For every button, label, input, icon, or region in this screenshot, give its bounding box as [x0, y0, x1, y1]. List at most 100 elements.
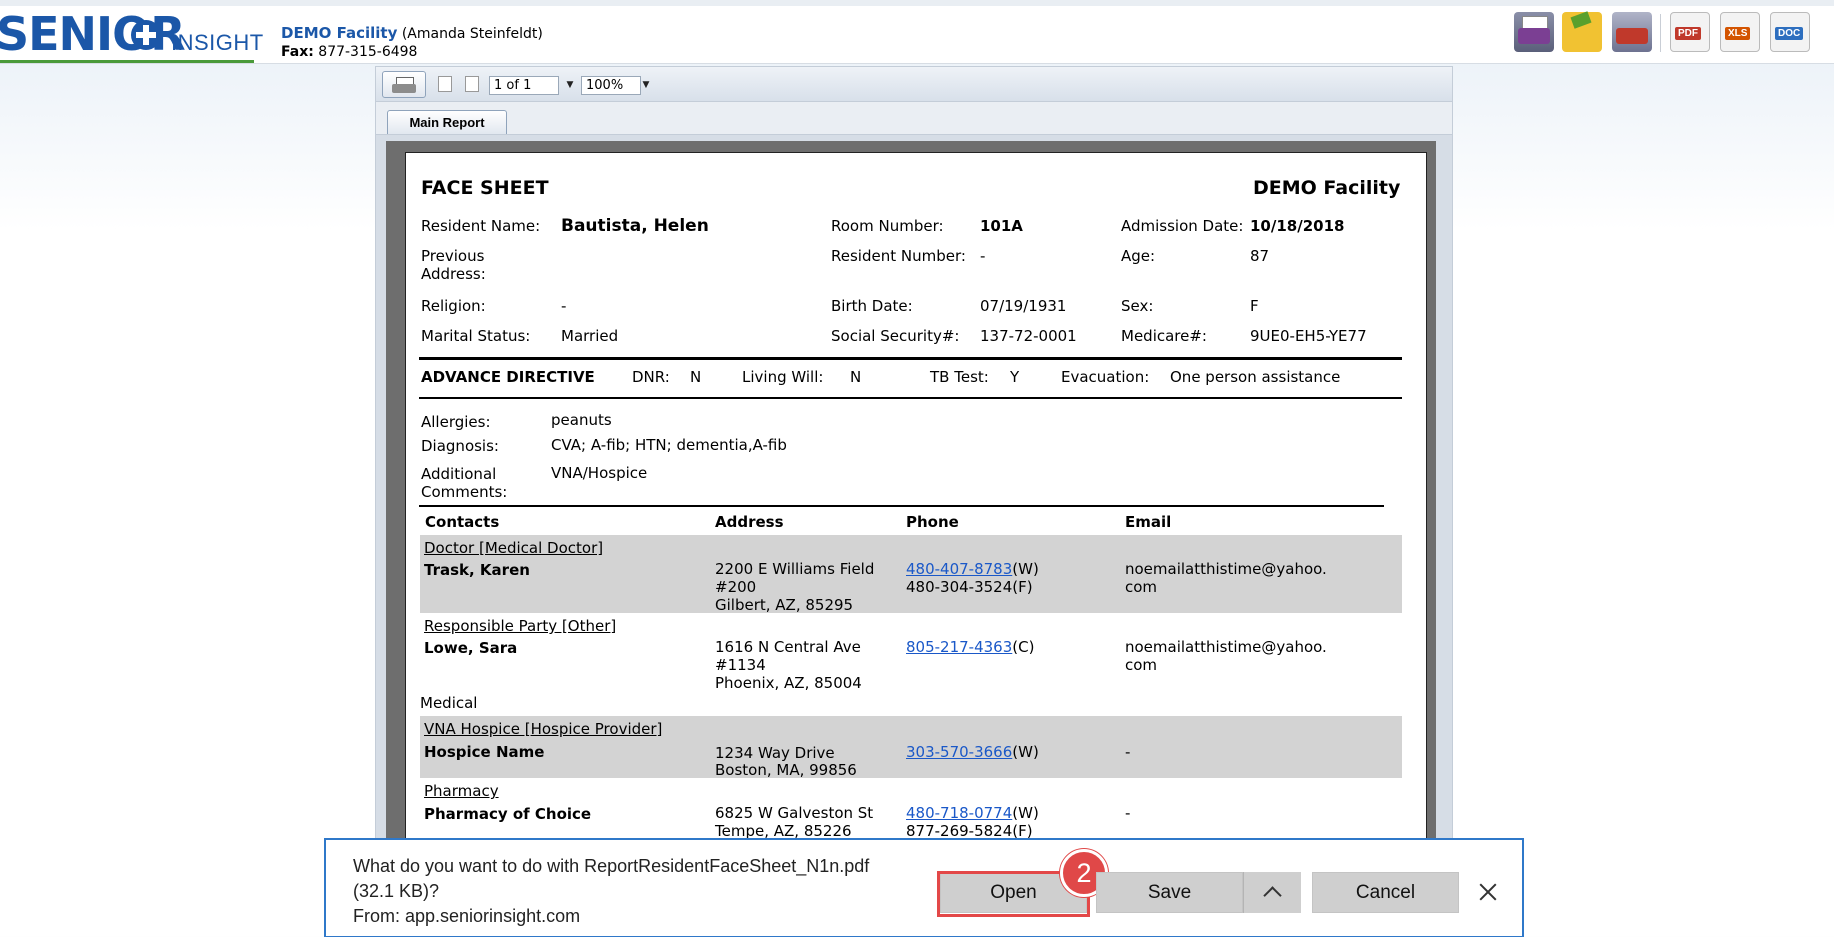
phone-header: Phone: [906, 513, 959, 531]
contact-address-hospice-2: Boston, MA, 99856: [715, 761, 857, 779]
print-report-button[interactable]: [382, 71, 426, 98]
diagnosis-label: Diagnosis:: [421, 437, 499, 455]
phone-link-doctor[interactable]: 480-407-8783: [906, 560, 1012, 578]
fax-label: Fax:: [281, 44, 314, 60]
address-header: Address: [715, 513, 784, 531]
religion: -: [561, 297, 567, 315]
comments-label: Additional Comments:: [421, 465, 508, 501]
zoom-dropdown-icon[interactable]: ▼: [640, 76, 652, 95]
marital-status: Married: [561, 327, 619, 345]
contact-phone-pharmacy: 480-718-0774(W): [906, 804, 1039, 822]
dnr-label: DNR:: [632, 368, 670, 386]
phone-suffix-doctor: (W): [1012, 560, 1039, 578]
tab-main-report[interactable]: Main Report: [387, 110, 507, 136]
comments-value: VNA/Hospice: [551, 464, 648, 482]
contact-type-hospice[interactable]: VNA Hospice [Hospice Provider]: [424, 720, 662, 738]
contact-phone-hospice: 303-570-3666(W): [906, 743, 1039, 761]
admission-date-label: Admission Date:: [1121, 217, 1244, 235]
phone-link-pharmacy[interactable]: 480-718-0774: [906, 804, 1012, 822]
phone-suffix-pharmacy: (W): [1012, 804, 1039, 822]
download-question: What do you want to do with ReportReside…: [353, 856, 870, 876]
doc-label: DOC: [1775, 27, 1804, 40]
contact-name-pharmacy: Pharmacy of Choice: [424, 805, 592, 823]
phone-link-hospice[interactable]: 303-570-3666: [906, 743, 1012, 761]
zoom-input[interactable]: 100%: [581, 76, 641, 95]
allergies-value: peanuts: [551, 411, 612, 429]
report-tabs: Main Report: [375, 102, 1453, 136]
viewer-toolbar: 1 of 1 ▼ 100% ▼: [375, 66, 1453, 102]
medicare: 9UE0-EH5-YE77: [1250, 327, 1367, 345]
top-strip: [0, 0, 1834, 6]
contact-type-pharmacy[interactable]: Pharmacy: [424, 782, 499, 800]
admission-date: 10/18/2018: [1250, 217, 1345, 235]
phone-suffix-hospice: (W): [1012, 743, 1039, 761]
xls-icon[interactable]: XLS: [1720, 12, 1760, 52]
living-will-label: Living Will:: [742, 368, 824, 386]
contact-type-responsible[interactable]: Responsible Party [Other]: [424, 617, 616, 635]
contact-name-responsible: Lowe, Sara: [424, 639, 518, 657]
contact-address-responsible-3: Phoenix, AZ, 85004: [715, 674, 862, 692]
printer-icon[interactable]: [1514, 12, 1554, 52]
medicare-label: Medicare#:: [1121, 327, 1207, 345]
contacts-header: Contacts: [425, 513, 500, 531]
contact-email-hospice: -: [1125, 743, 1131, 761]
page-dropdown-icon[interactable]: ▼: [564, 76, 576, 95]
sex-label: Sex:: [1121, 297, 1154, 315]
advance-directive-heading: ADVANCE DIRECTIVE: [421, 368, 595, 386]
contact-address-doctor-3: Gilbert, AZ, 85295: [715, 596, 854, 614]
save-options-chevron-icon[interactable]: [1243, 872, 1301, 913]
logo-underline: [0, 60, 254, 63]
contact-type-doctor[interactable]: Doctor [Medical Doctor]: [424, 539, 603, 557]
download-source: From: app.seniorinsight.com: [353, 906, 581, 926]
birth-date: 07/19/1931: [980, 297, 1067, 315]
contact-name-doctor: Trask, Karen: [424, 561, 530, 579]
xls-label: XLS: [1725, 27, 1751, 40]
contact-email-doctor: noemailatthistime@yahoo.com: [1125, 560, 1327, 596]
report-facility: DEMO Facility: [1253, 177, 1401, 199]
phone-link-responsible[interactable]: 805-217-4363: [906, 638, 1012, 656]
phone-suffix-responsible: (C): [1012, 638, 1035, 656]
contact-phone-doctor: 480-407-8783(W): [906, 560, 1039, 578]
face-sheet-page: FACE SHEET DEMO Facility Resident Name: …: [405, 152, 1427, 852]
ssn: 137-72-0001: [980, 327, 1077, 345]
contact-address-doctor-1: 2200 E Williams Field: [715, 560, 875, 578]
tb-test-label: TB Test:: [930, 368, 989, 386]
logo-cross-icon: [131, 20, 161, 50]
previous-address-label: Previous Address:: [421, 247, 486, 283]
marital-status-label: Marital Status:: [421, 327, 531, 345]
facility-name[interactable]: DEMO Facility: [281, 24, 397, 42]
doc-icon[interactable]: DOC: [1770, 12, 1810, 52]
divider-top: [419, 357, 1402, 360]
export-toolbar: PDF XLS DOC: [1514, 12, 1834, 56]
fax-icon[interactable]: [1612, 12, 1652, 52]
facility-user: (Amanda Steinfeldt): [401, 26, 543, 42]
resident-name-label: Resident Name:: [421, 217, 541, 235]
cancel-button[interactable]: Cancel: [1312, 872, 1459, 913]
dnr-value: N: [690, 368, 702, 386]
report-title: FACE SHEET: [421, 177, 549, 199]
pdf-icon[interactable]: PDF: [1670, 12, 1710, 52]
contact-phone2-doctor: 480-304-3524(F): [906, 578, 1033, 596]
page-number-input[interactable]: 1 of 1: [489, 76, 559, 95]
prev-page-icon[interactable]: [438, 76, 452, 92]
resident-name: Bautista, Helen: [561, 216, 709, 236]
evacuation-value: One person assistance: [1170, 368, 1341, 386]
senior-insight-logo[interactable]: SENIOR INSIGHT: [0, 8, 263, 63]
fax-number: 877-315-6498: [318, 44, 418, 60]
resident-number: -: [980, 247, 986, 265]
contact-address-hospice-1: 1234 Way Drive: [715, 744, 835, 762]
contact-address-pharmacy-1: 6825 W Galveston St: [715, 804, 874, 822]
pdf-label: PDF: [1675, 27, 1701, 40]
toolbar-divider: [1660, 14, 1661, 52]
allergies-label: Allergies:: [421, 413, 491, 431]
email-icon[interactable]: [1562, 12, 1602, 52]
save-button[interactable]: Save: [1096, 872, 1243, 913]
resident-number-label: Resident Number:: [831, 247, 966, 265]
close-icon[interactable]: [1476, 880, 1500, 904]
next-page-icon[interactable]: [465, 76, 479, 92]
contact-address-responsible-1: 1616 N Central Ave: [715, 638, 861, 656]
contact-email-pharmacy: -: [1125, 804, 1131, 822]
download-notification-bar: What do you want to do with ReportReside…: [324, 838, 1524, 937]
download-size: (32.1 KB)?: [353, 881, 440, 901]
tb-test-value: Y: [1010, 368, 1020, 386]
